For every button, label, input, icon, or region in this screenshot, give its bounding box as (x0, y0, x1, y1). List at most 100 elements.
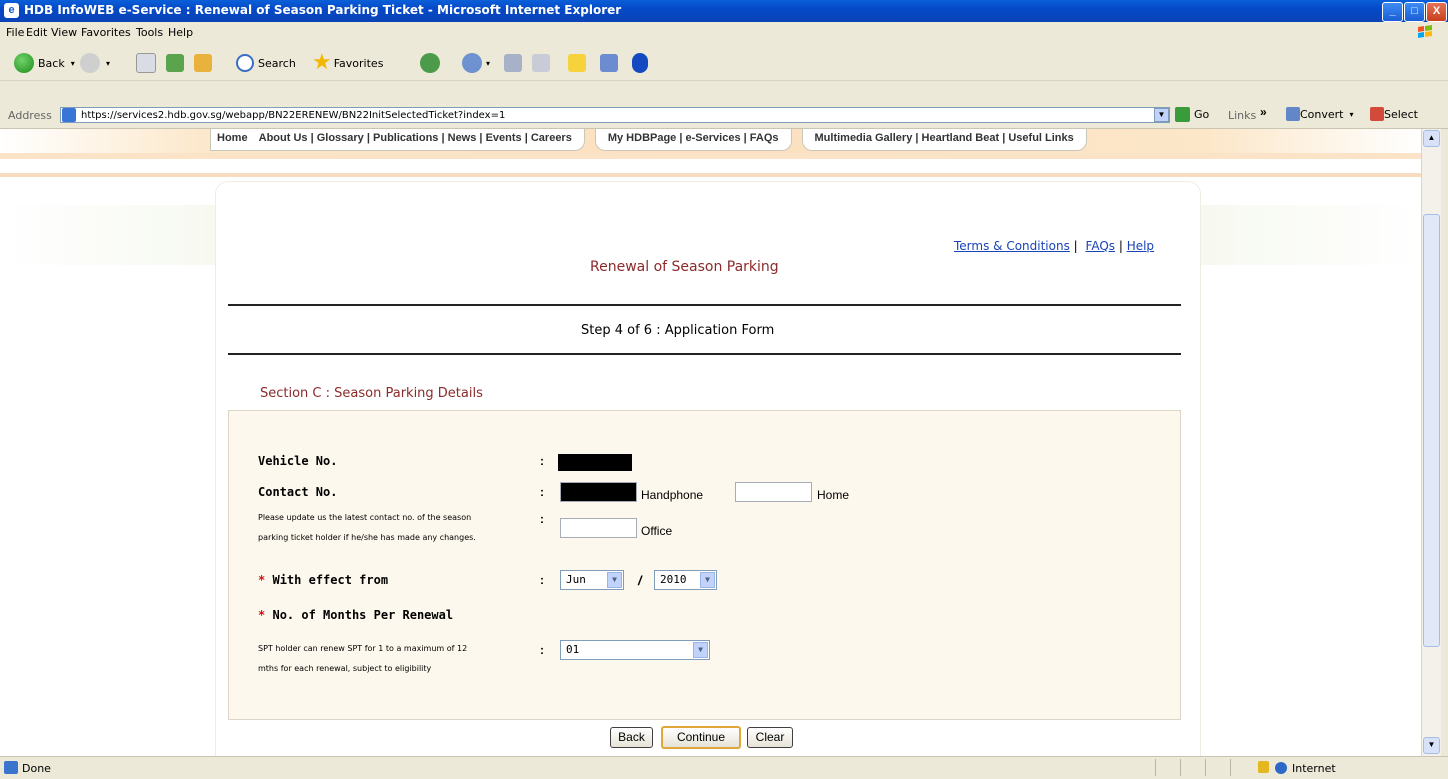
back-label: Back (38, 56, 65, 70)
home-icon (194, 54, 212, 72)
select-button[interactable]: Select (1370, 107, 1418, 121)
ie-icon: e (4, 3, 19, 18)
menu-bar: File Edit View Favorites Tools Help (0, 22, 1448, 45)
chevron-down-icon: ▼ (693, 642, 708, 658)
year-select[interactable]: 2010 ▼ (654, 570, 717, 590)
faqs-link[interactable]: FAQs (1086, 239, 1116, 253)
windows-logo-icon (1418, 25, 1432, 38)
section-heading: Section C : Season Parking Details (260, 386, 483, 401)
terms-link[interactable]: Terms & Conditions (954, 239, 1070, 253)
months-select[interactable]: 01 ▼ (560, 640, 710, 660)
required-asterisk: * (258, 573, 266, 587)
page-status-icon (4, 761, 18, 774)
favorites-button[interactable]: ★ Favorites (312, 52, 383, 74)
print-button[interactable] (504, 52, 522, 74)
links-button[interactable]: Links (1228, 109, 1256, 122)
close-button[interactable]: X (1426, 2, 1447, 22)
minimize-button[interactable]: _ (1382, 2, 1403, 22)
history-button[interactable] (420, 52, 440, 74)
month-value: Jun (566, 573, 586, 586)
menu-favorites[interactable]: Favorites (81, 26, 131, 39)
nav-e-services[interactable]: e-Services (686, 132, 741, 144)
colon: : (540, 573, 544, 587)
step-indicator: Step 4 of 6 : Application Form (581, 323, 775, 338)
top-nav: Home About Us | Glossary | Publications … (210, 129, 1087, 151)
status-text: Done (22, 762, 51, 775)
date-separator: / (638, 573, 642, 588)
convert-button[interactable]: Convert ▾ (1286, 107, 1354, 121)
back-button[interactable]: Back ▾ (14, 52, 75, 74)
nav-home[interactable]: Home (217, 132, 248, 144)
home-phone-input[interactable] (735, 482, 812, 502)
address-dropdown-icon[interactable]: ▼ (1154, 108, 1169, 122)
scroll-down-icon[interactable]: ▼ (1423, 737, 1440, 754)
bluetooth-button[interactable] (632, 52, 648, 74)
nav-my-hdbpage[interactable]: My HDBPage (608, 132, 676, 144)
contact-note-line1: Please update us the latest contact no. … (258, 513, 472, 522)
mail-button[interactable]: ▾ (462, 52, 490, 74)
back-form-button[interactable]: Back (610, 727, 653, 748)
vertical-scrollbar[interactable]: ▲ ▼ (1421, 129, 1441, 756)
scroll-up-icon[interactable]: ▲ (1423, 130, 1440, 147)
favorites-label: Favorites (333, 56, 384, 70)
scroll-thumb[interactable] (1423, 214, 1440, 647)
go-arrow-icon (1175, 107, 1190, 122)
address-input[interactable]: https://services2.hdb.gov.sg/webapp/BN22… (60, 107, 1170, 123)
colon: : (540, 512, 544, 526)
page-title: Renewal of Season Parking (590, 259, 779, 275)
toolbar: Back ▾ ▾ Search ★ Favorites ▾ (0, 44, 1448, 81)
nav-events[interactable]: Events (486, 132, 522, 144)
months-value: 01 (566, 643, 580, 656)
search-button[interactable]: Search (236, 52, 296, 74)
menu-view[interactable]: View (51, 26, 77, 39)
header-gap (0, 159, 1421, 173)
discuss-button[interactable] (568, 52, 586, 74)
month-select[interactable]: Jun ▼ (560, 570, 624, 590)
nav-about-us[interactable]: About Us (259, 132, 308, 144)
nav-glossary[interactable]: Glossary (317, 132, 364, 144)
mail-icon (462, 53, 482, 73)
nav-useful-links[interactable]: Useful Links (1008, 132, 1073, 144)
divider-bottom (228, 353, 1181, 355)
nav-faqs[interactable]: FAQs (750, 132, 779, 144)
help-link[interactable]: Help (1127, 239, 1154, 253)
menu-tools[interactable]: Tools (136, 26, 163, 39)
clear-button[interactable]: Clear (747, 727, 793, 748)
forward-button[interactable]: ▾ (80, 52, 110, 74)
colon: : (540, 485, 544, 499)
pdf-select-icon (1370, 107, 1384, 121)
nav-group-main: Home About Us | Glossary | Publications … (210, 129, 585, 151)
nav-multimedia-gallery[interactable]: Multimedia Gallery (815, 132, 913, 144)
office-phone-input[interactable] (560, 518, 637, 538)
messenger-button[interactable] (600, 52, 618, 74)
accent-stripe (0, 173, 1421, 177)
continue-button[interactable]: Continue (661, 726, 741, 749)
menu-help[interactable]: Help (168, 26, 193, 39)
home-button[interactable] (194, 52, 212, 74)
colon: : (540, 643, 544, 657)
months-label: No. of Months Per Renewal (272, 608, 454, 622)
menu-edit[interactable]: Edit (26, 26, 47, 39)
maximize-button[interactable]: □ (1404, 2, 1425, 22)
handphone-label: Handphone (641, 488, 704, 502)
handphone-input[interactable] (560, 482, 637, 502)
edit-button[interactable] (532, 52, 550, 74)
stop-icon (136, 53, 156, 73)
window-title: HDB InfoWEB e-Service : Renewal of Seaso… (24, 3, 622, 17)
refresh-button[interactable] (166, 52, 184, 74)
stop-button[interactable] (136, 52, 156, 74)
menu-file[interactable]: File (6, 26, 24, 39)
nav-publications[interactable]: Publications (373, 132, 438, 144)
status-divider (1230, 759, 1231, 776)
nav-news[interactable]: News (448, 132, 477, 144)
nav-group-services: My HDBPage | e-Services | FAQs (594, 129, 792, 151)
chevron-down-icon: ▼ (700, 572, 715, 588)
star-icon: ★ (312, 50, 332, 75)
nav-heartland-beat[interactable]: Heartland Beat (922, 132, 1000, 144)
chevron-icon[interactable]: » (1260, 105, 1267, 119)
nav-careers[interactable]: Careers (531, 132, 572, 144)
go-button[interactable]: Go (1175, 107, 1209, 122)
lock-icon (1258, 761, 1269, 773)
globe-icon (1275, 762, 1287, 774)
print-icon (504, 54, 522, 72)
